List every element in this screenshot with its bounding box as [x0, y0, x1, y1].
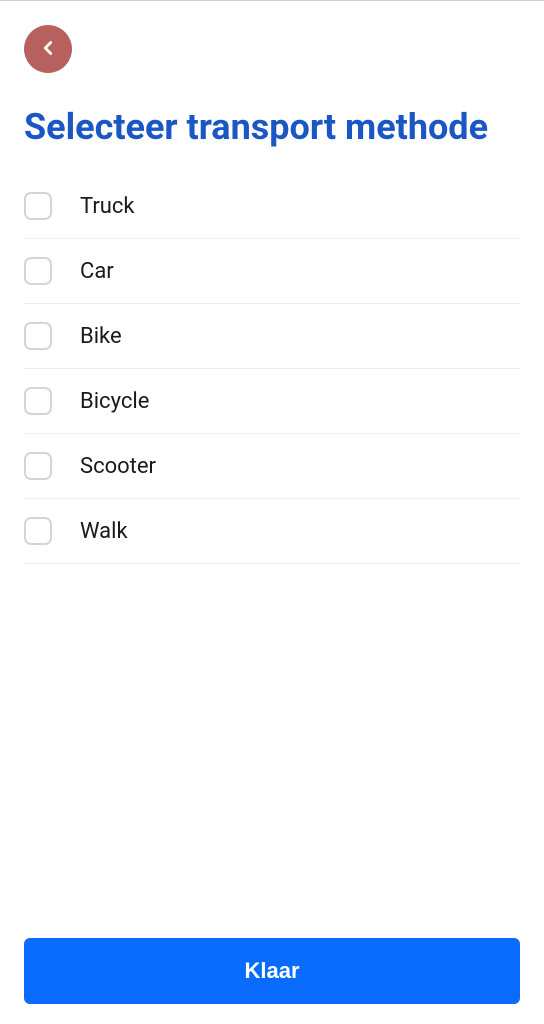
chevron-left-icon — [37, 37, 59, 62]
page-title: Selecteer transport methode — [0, 73, 544, 174]
list-item-label: Truck — [80, 194, 135, 219]
list-item[interactable]: Bicycle — [24, 369, 520, 434]
checkbox-bike[interactable] — [24, 322, 52, 350]
checkbox-car[interactable] — [24, 257, 52, 285]
list-item-label: Scooter — [80, 454, 156, 479]
checkbox-walk[interactable] — [24, 517, 52, 545]
list-item[interactable]: Truck — [24, 174, 520, 239]
list-item-label: Car — [80, 259, 114, 284]
list-item[interactable]: Walk — [24, 499, 520, 564]
checkbox-scooter[interactable] — [24, 452, 52, 480]
list-item[interactable]: Car — [24, 239, 520, 304]
back-button[interactable] — [24, 25, 72, 73]
done-button[interactable]: Klaar — [24, 938, 520, 1004]
checkbox-bicycle[interactable] — [24, 387, 52, 415]
list-item[interactable]: Scooter — [24, 434, 520, 499]
list-item-label: Walk — [80, 519, 128, 544]
checkbox-truck[interactable] — [24, 192, 52, 220]
transport-option-list: Truck Car Bike Bicycle Scooter Walk — [0, 174, 544, 564]
list-item-label: Bike — [80, 324, 122, 349]
list-item[interactable]: Bike — [24, 304, 520, 369]
list-item-label: Bicycle — [80, 389, 149, 414]
